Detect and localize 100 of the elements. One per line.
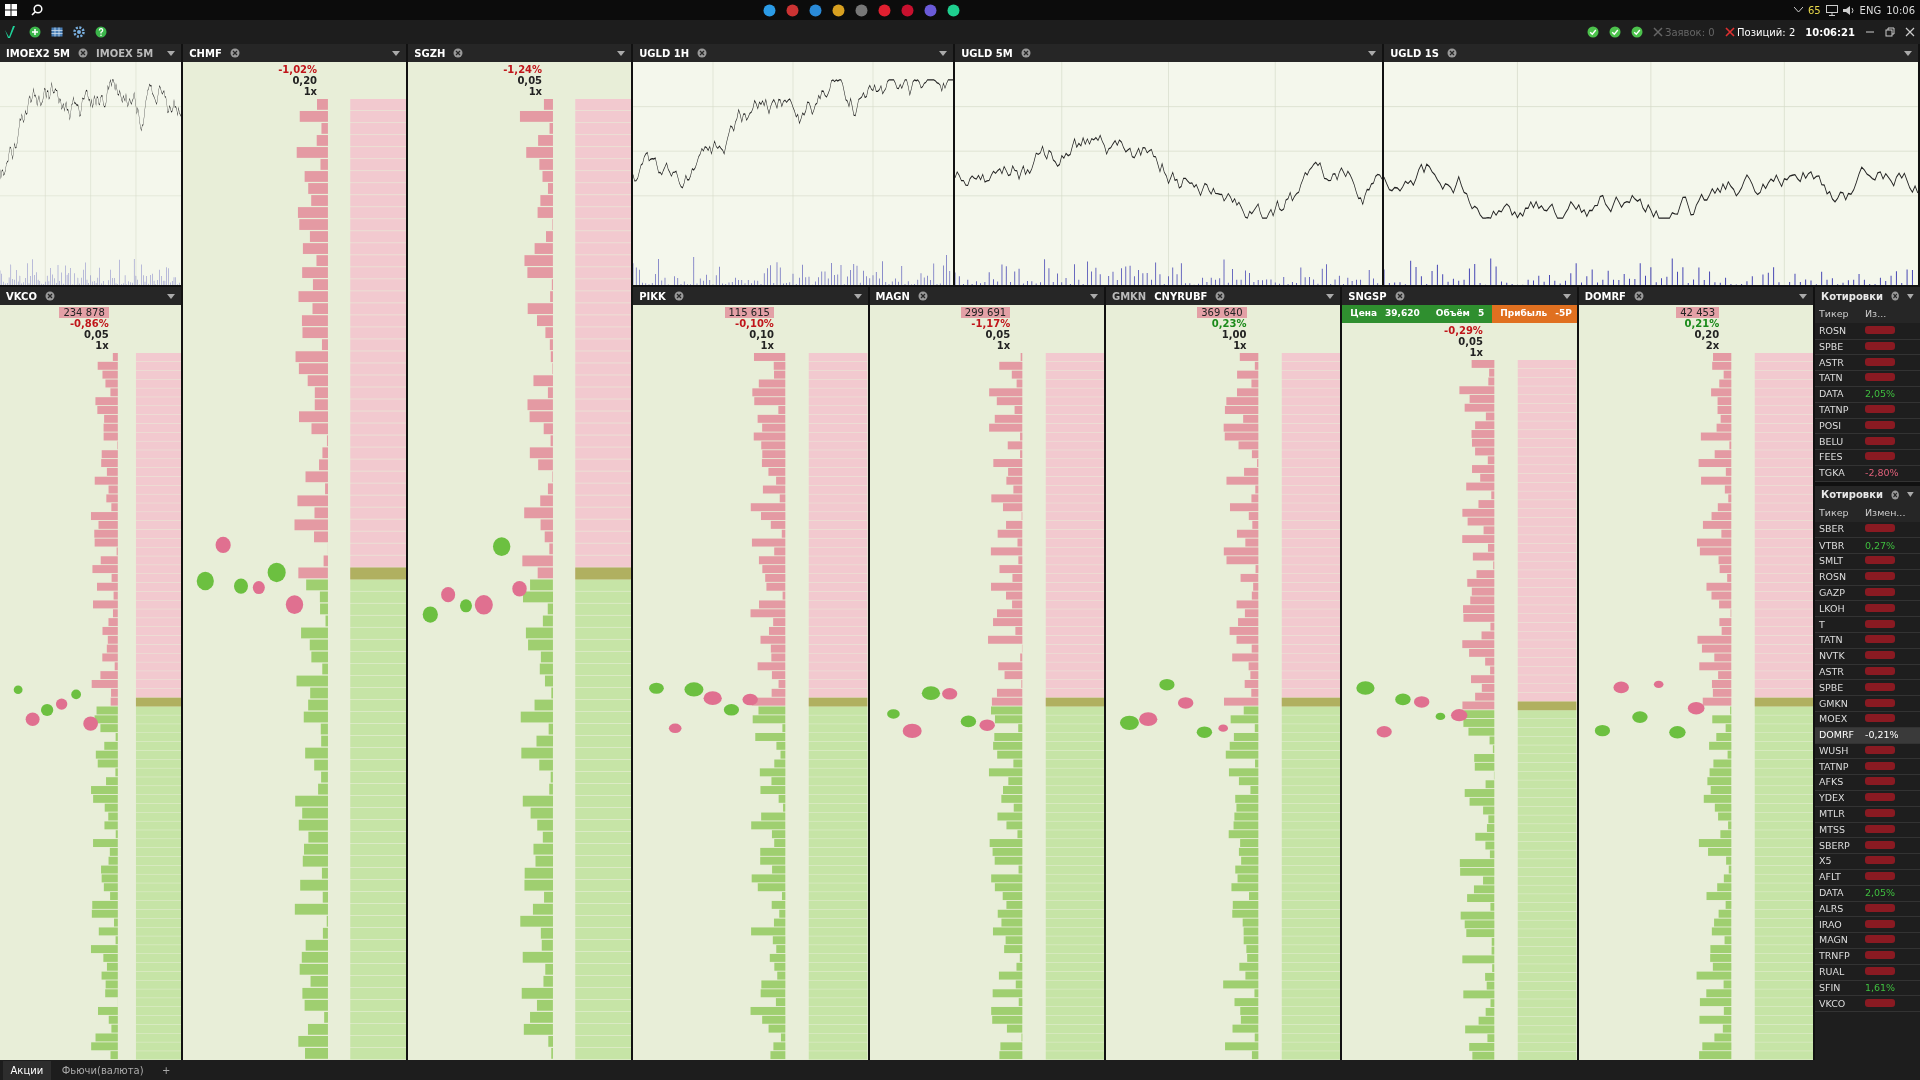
table-icon[interactable] <box>51 26 63 38</box>
panel-title: Котировки <box>1820 488 1883 503</box>
price-step: 0,20 <box>1694 329 1720 340</box>
restore-icon[interactable] <box>1885 27 1895 37</box>
tray-count-label: 65 <box>1807 3 1821 18</box>
close-icon[interactable] <box>229 48 240 58</box>
panel-tab[interactable]: CNYRUBF <box>1154 288 1208 304</box>
change-percent: -1,24% <box>503 64 543 75</box>
dropdown-caret-icon[interactable] <box>392 50 401 56</box>
multiplier: 1x <box>528 86 543 97</box>
price-step: 0,05 <box>84 329 109 340</box>
change-value: 2,05% <box>1864 887 1896 899</box>
dropdown-caret-icon[interactable] <box>167 50 176 56</box>
taskbar-clock: 10:06 <box>1886 3 1915 18</box>
dropdown-caret-icon[interactable] <box>1089 293 1098 299</box>
app-icon[interactable] <box>832 3 845 17</box>
dropdown-caret-icon[interactable] <box>1907 293 1914 299</box>
order-price: 39,620 <box>1384 307 1421 320</box>
close-icon[interactable] <box>1020 48 1031 58</box>
change-percent: -0,86% <box>69 318 109 329</box>
windows-icon[interactable] <box>5 4 17 16</box>
dropdown-caret-icon[interactable] <box>1562 293 1571 299</box>
app-icon[interactable] <box>878 3 891 17</box>
price-step: 0,10 <box>749 329 774 340</box>
dropdown-caret-icon[interactable] <box>1907 492 1914 498</box>
price-step: 1,00 <box>1221 329 1247 340</box>
volume-label: Объём <box>1434 307 1471 320</box>
profit-label: Прибыль <box>1499 307 1549 320</box>
add-icon[interactable] <box>29 26 41 38</box>
close-icon[interactable] <box>1394 291 1405 301</box>
dropdown-caret-icon[interactable] <box>1326 293 1335 299</box>
panel-tab[interactable]: UGLD 1H <box>639 45 690 61</box>
ticker-cell: ROSN <box>1814 323 1861 340</box>
price-step: 0,05 <box>1458 335 1483 347</box>
toolbar-clock: 10:06:21 <box>1805 25 1855 40</box>
close-icon[interactable] <box>1633 291 1644 301</box>
dropdown-caret-icon[interactable] <box>617 50 626 56</box>
close-icon[interactable] <box>697 48 708 58</box>
panel-tab[interactable]: PIKK <box>639 288 666 304</box>
change-percent: -0,29% <box>1444 324 1483 336</box>
app-icon[interactable] <box>947 3 960 17</box>
speaker-icon[interactable] <box>1842 4 1855 16</box>
close-icon[interactable] <box>1215 291 1226 301</box>
panel-tab[interactable]: CHMF <box>189 45 222 61</box>
dropdown-caret-icon[interactable] <box>167 293 176 299</box>
language-indicator[interactable]: ENG <box>1859 2 1882 18</box>
dropdown-caret-icon[interactable] <box>1368 50 1377 56</box>
dropdown-caret-icon[interactable] <box>1904 50 1912 56</box>
close-icon[interactable] <box>1446 48 1457 58</box>
volume-bar: 299 691 <box>960 307 1011 318</box>
settings-icon[interactable] <box>73 26 85 38</box>
sheet-tab[interactable]: Акции <box>2 1060 52 1080</box>
panel-tab[interactable]: VKCO <box>6 288 37 304</box>
price-step: 0,05 <box>985 329 1011 340</box>
close-icon[interactable] <box>453 48 464 58</box>
panel-tab[interactable]: UGLD 1S <box>1390 45 1439 61</box>
multiplier: 1x <box>760 340 774 351</box>
change-percent: -0,10% <box>735 318 774 329</box>
price-step: 0,05 <box>517 75 543 86</box>
close-icon[interactable] <box>917 291 928 301</box>
change-value: 0,27% <box>1864 539 1896 551</box>
connection-ok-icon <box>1630 26 1643 38</box>
close-icon[interactable] <box>1905 27 1915 37</box>
column-header[interactable]: Тикер <box>1814 305 1861 324</box>
change-value: -0,21% <box>1864 729 1899 741</box>
price-label: Цена <box>1349 307 1379 320</box>
close-icon[interactable] <box>673 291 684 301</box>
chevron-icon[interactable] <box>1793 7 1803 13</box>
panel-tab[interactable]: UGLD 5M <box>961 45 1013 61</box>
search-icon[interactable] <box>31 4 43 16</box>
panel-tab[interactable]: SNGSP <box>1348 288 1387 304</box>
help-icon[interactable] <box>95 26 107 38</box>
close-icon[interactable] <box>1890 291 1900 301</box>
panel-tab[interactable]: GMKN <box>1111 288 1147 304</box>
volume-bar: 42 453 <box>1676 307 1720 318</box>
app-icon[interactable] <box>855 3 868 17</box>
dropdown-caret-icon[interactable] <box>939 50 948 56</box>
dropdown-caret-icon[interactable] <box>1798 293 1807 299</box>
change-percent: -1,02% <box>278 64 318 75</box>
panel-tab[interactable]: MAGN <box>875 288 910 304</box>
multiplier: 1x <box>95 340 109 351</box>
add-tab-button[interactable]: + <box>154 1060 179 1080</box>
app-icon[interactable] <box>809 3 822 17</box>
panel-tab[interactable]: DOMRF <box>1584 288 1626 304</box>
panel-tab[interactable]: IMOEX2 5M <box>6 45 71 61</box>
app-icon[interactable] <box>763 3 776 17</box>
monitor-icon[interactable] <box>1825 4 1838 16</box>
sheet-tab[interactable]: Фьючи(валюта) <box>53 1060 152 1080</box>
multiplier: 1x <box>996 340 1011 351</box>
column-header[interactable]: Из... <box>1860 305 1920 324</box>
order-volume: 5 <box>1476 307 1486 320</box>
panel-tab[interactable]: IMOEX 5M <box>96 45 154 61</box>
close-icon[interactable] <box>44 291 55 301</box>
close-icon[interactable] <box>78 48 89 58</box>
panel-tab[interactable]: SGZH <box>414 45 446 61</box>
volume-bar: 234 878 <box>59 307 109 318</box>
price-step: 0,20 <box>292 75 318 86</box>
dropdown-caret-icon[interactable] <box>853 293 862 299</box>
panel-title: Котировки <box>1820 289 1883 304</box>
close-icon[interactable] <box>1890 489 1900 500</box>
